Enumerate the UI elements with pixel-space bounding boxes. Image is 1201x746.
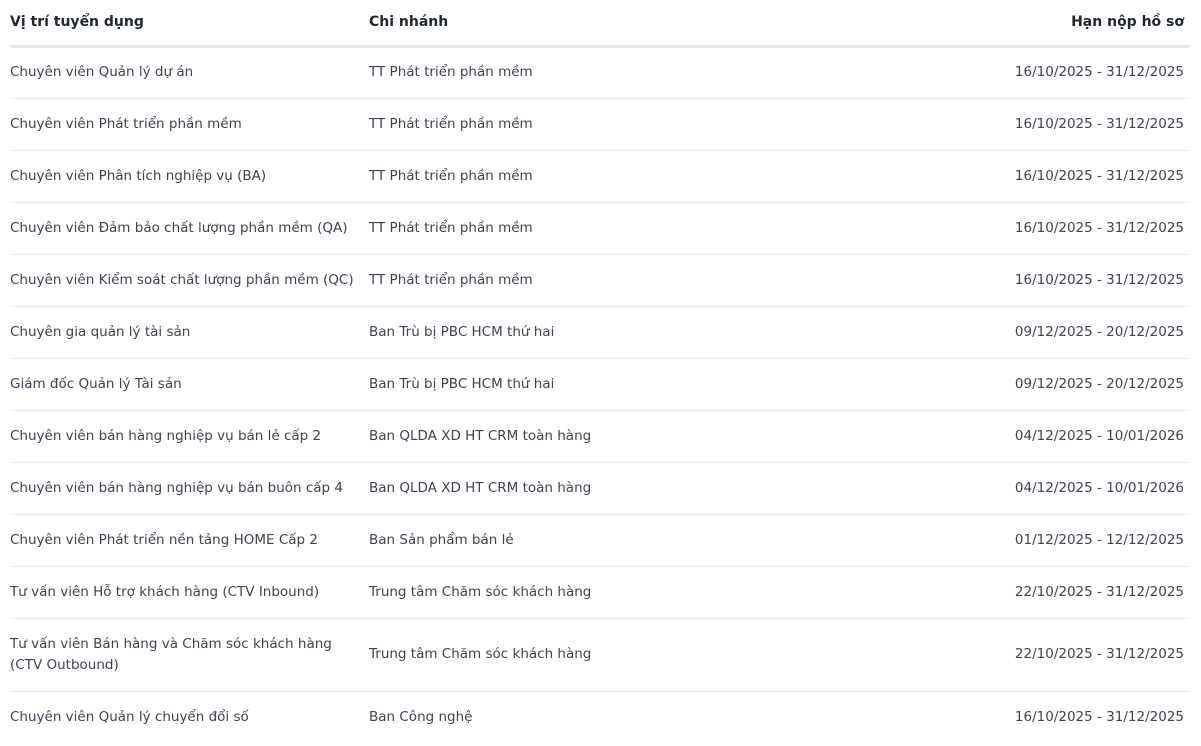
job-branch: Ban Công nghệ xyxy=(369,708,473,725)
job-position[interactable]: Chuyên viên bán hàng nghiệp vụ bán lẻ cấ… xyxy=(10,410,369,463)
table-row[interactable]: Chuyên viên Phát triển phần mềm TT Phát … xyxy=(10,98,1190,151)
table-row[interactable]: Chuyên viên bán hàng nghiệp vụ bán lẻ cấ… xyxy=(10,410,1190,463)
job-position[interactable]: Chuyên viên Kiểm soát chất lượng phần mề… xyxy=(10,254,369,307)
job-branch: Trung tâm Chăm sóc khách hàng xyxy=(369,618,869,692)
job-branch: TT Phát triển phần mềm xyxy=(369,150,869,203)
job-position[interactable]: Chuyên viên Đảm bảo chất lượng phần mềm … xyxy=(10,202,369,255)
header-branch: Chi nhánh xyxy=(369,0,869,48)
job-branch: Ban Sản phẩm bán lẻ xyxy=(369,514,869,567)
job-deadline: 09/12/2025 - 20/12/2025 xyxy=(869,306,1190,359)
table-row[interactable]: Chuyên viên Phát triển nền tảng HOME Cấp… xyxy=(10,514,1190,567)
job-position[interactable]: Tư vấn viên Hỗ trợ khách hàng (CTV Inbou… xyxy=(10,566,369,619)
job-branch: Ban Trù bị PBC HCM thứ hai xyxy=(369,306,869,359)
table-row[interactable]: Chuyên viên Phân tích nghiệp vụ (BA) TT … xyxy=(10,150,1190,203)
table-row[interactable]: Chuyên gia quản lý tài sản Ban Trù bị PB… xyxy=(10,306,1190,359)
job-deadline: 22/10/2025 - 31/12/2025 xyxy=(869,566,1190,619)
job-position[interactable]: Chuyên viên Phát triển phần mềm xyxy=(10,98,369,151)
job-position[interactable]: Tư vấn viên Bán hàng và Chăm sóc khách h… xyxy=(10,618,369,692)
job-branch: Ban QLDA XD HT CRM toàn hàng xyxy=(369,462,869,515)
job-deadline: 09/12/2025 - 20/12/2025 xyxy=(869,358,1190,411)
job-deadline: 16/10/2025 - 31/12/2025 xyxy=(869,46,1190,99)
table-row[interactable]: Tư vấn viên Bán hàng và Chăm sóc khách h… xyxy=(10,618,1190,692)
job-deadline: 16/10/2025 - 31/12/2025 xyxy=(869,202,1190,255)
job-deadline: 04/12/2025 - 10/01/2026 xyxy=(869,462,1190,515)
table-row[interactable]: Chuyên viên Kiểm soát chất lượng phần mề… xyxy=(10,254,1190,307)
table-row[interactable]: Tư vấn viên Hỗ trợ khách hàng (CTV Inbou… xyxy=(10,566,1190,619)
header-deadline: Hạn nộp hồ sơ xyxy=(869,0,1190,48)
job-position[interactable]: Chuyên viên Quản lý chuyển đổi số xyxy=(10,691,369,743)
job-deadline: 16/10/2025 - 31/12/2025 xyxy=(1014,708,1184,725)
job-position[interactable]: Chuyên viên Quản lý dự án xyxy=(10,46,369,99)
job-branch: TT Phát triển phần mềm xyxy=(369,98,869,151)
job-branch: Ban QLDA XD HT CRM toàn hàng xyxy=(369,410,869,463)
table-body: Chuyên viên Quản lý dự án TT Phát triển … xyxy=(10,46,1190,743)
job-position[interactable]: Chuyên viên Phát triển nền tảng HOME Cấp… xyxy=(10,514,369,567)
job-deadline: 16/10/2025 - 31/12/2025 xyxy=(869,254,1190,307)
job-position[interactable]: Chuyên viên bán hàng nghiệp vụ bán buôn … xyxy=(10,462,369,515)
table-row[interactable]: Chuyên viên Đảm bảo chất lượng phần mềm … xyxy=(10,202,1190,255)
job-position[interactable]: Chuyên gia quản lý tài sản xyxy=(10,306,369,359)
job-branch: TT Phát triển phần mềm xyxy=(369,46,869,99)
table-header: Vị trí tuyển dụng Chi nhánh Hạn nộp hồ s… xyxy=(10,0,1190,48)
job-branch: Trung tâm Chăm sóc khách hàng xyxy=(369,566,869,619)
job-listings-table: Vị trí tuyển dụng Chi nhánh Hạn nộp hồ s… xyxy=(10,0,1190,743)
table-row[interactable]: Chuyên viên Quản lý chuyển đổi số Ban Cô… xyxy=(10,691,1190,743)
job-deadline: 16/10/2025 - 31/12/2025 xyxy=(869,150,1190,203)
header-row: Vị trí tuyển dụng Chi nhánh Hạn nộp hồ s… xyxy=(10,0,1190,48)
job-position[interactable]: Chuyên viên Phân tích nghiệp vụ (BA) xyxy=(10,150,369,203)
job-deadline: 22/10/2025 - 31/12/2025 xyxy=(869,618,1190,692)
job-branch: TT Phát triển phần mềm xyxy=(369,202,869,255)
job-branch: TT Phát triển phần mềm xyxy=(369,254,869,307)
table-row[interactable]: Giám đốc Quản lý Tài sản Ban Trù bị PBC … xyxy=(10,358,1190,411)
job-deadline: 04/12/2025 - 10/01/2026 xyxy=(869,410,1190,463)
job-deadline: 01/12/2025 - 12/12/2025 xyxy=(869,514,1190,567)
job-deadline: 16/10/2025 - 31/12/2025 xyxy=(869,98,1190,151)
job-branch: Ban Trù bị PBC HCM thứ hai xyxy=(369,358,869,411)
job-position[interactable]: Giám đốc Quản lý Tài sản xyxy=(10,358,369,411)
table-row[interactable]: Chuyên viên Quản lý dự án TT Phát triển … xyxy=(10,46,1190,99)
header-position: Vị trí tuyển dụng xyxy=(10,0,369,48)
table-row[interactable]: Chuyên viên bán hàng nghiệp vụ bán buôn … xyxy=(10,462,1190,515)
